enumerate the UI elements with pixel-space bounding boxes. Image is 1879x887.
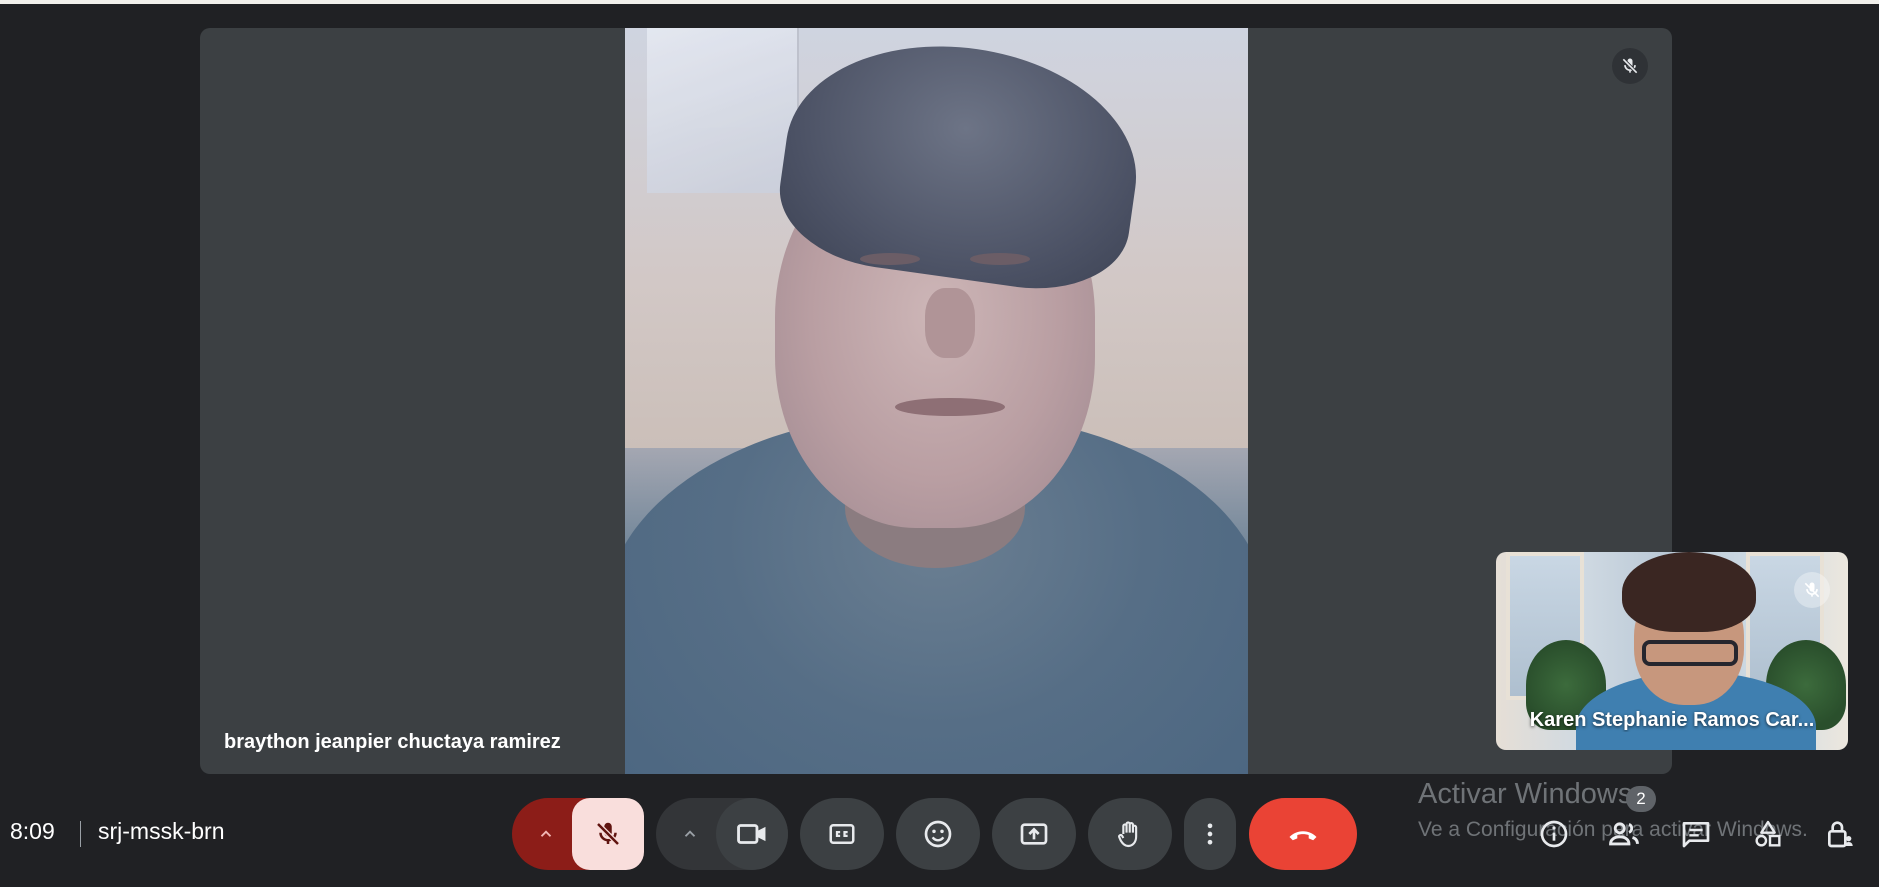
video-eye-right (970, 253, 1030, 265)
raise-hand-icon (1118, 821, 1138, 848)
main-participant-tile[interactable]: braython jeanpier chuctaya ramirez (200, 28, 1672, 774)
participant-muted-indicator (1612, 48, 1648, 84)
chat-icon (1682, 822, 1710, 848)
chat-button[interactable] (1674, 812, 1718, 856)
audio-options-button[interactable] (516, 798, 576, 870)
chevron-up-icon (684, 830, 696, 837)
top-strip (0, 0, 1879, 4)
mic-off-icon (1622, 58, 1638, 74)
self-video-hair (1622, 552, 1756, 632)
people-button[interactable] (1602, 812, 1646, 856)
mic-toggle-button[interactable] (572, 798, 644, 870)
present-button[interactable] (992, 798, 1076, 870)
info-divider (80, 821, 81, 847)
self-video-glasses (1642, 640, 1738, 666)
end-call-icon (1289, 831, 1317, 841)
raise-hand-button[interactable] (1088, 798, 1172, 870)
captions-button[interactable] (800, 798, 884, 870)
video-nose (925, 288, 975, 358)
video-options-button[interactable] (660, 798, 720, 870)
meeting-code: srj-mssk-brn (98, 818, 225, 844)
activation-watermark-title: Activar Windows (1418, 778, 1633, 810)
leave-call-button[interactable] (1249, 798, 1357, 870)
mic-off-icon (596, 822, 620, 846)
chevron-up-icon (540, 830, 552, 837)
video-eye-left (860, 253, 920, 265)
activities-shapes-icon (1755, 820, 1781, 847)
host-controls-button[interactable] (1818, 812, 1862, 856)
participant-video (625, 28, 1248, 774)
reactions-button[interactable] (896, 798, 980, 870)
self-view-tile[interactable]: Karen Stephanie Ramos Car... (1496, 552, 1848, 750)
participant-name-label: braython jeanpier chuctaya ramirez (224, 731, 561, 753)
meeting-details-button[interactable] (1532, 812, 1576, 856)
closed-captions-icon (829, 824, 855, 844)
more-options-button[interactable] (1184, 798, 1236, 870)
more-vert-icon (1207, 823, 1213, 845)
people-icon (1609, 822, 1639, 846)
mic-off-icon (1804, 582, 1820, 598)
emoji-icon (924, 820, 952, 848)
meeting-time: 8:09 (10, 818, 55, 844)
camera-toggle-button[interactable] (716, 798, 788, 870)
video-camera-icon (737, 824, 766, 844)
lock-person-icon (1828, 821, 1853, 848)
activities-button[interactable] (1746, 812, 1790, 856)
video-wall-poster (647, 28, 799, 193)
present-screen-icon (1020, 823, 1048, 845)
video-mouth (895, 398, 1005, 416)
self-muted-indicator (1794, 572, 1830, 608)
info-icon (1540, 820, 1568, 848)
people-count-badge: 2 (1626, 786, 1656, 812)
self-name-label: Karen Stephanie Ramos Car... (1529, 709, 1815, 731)
